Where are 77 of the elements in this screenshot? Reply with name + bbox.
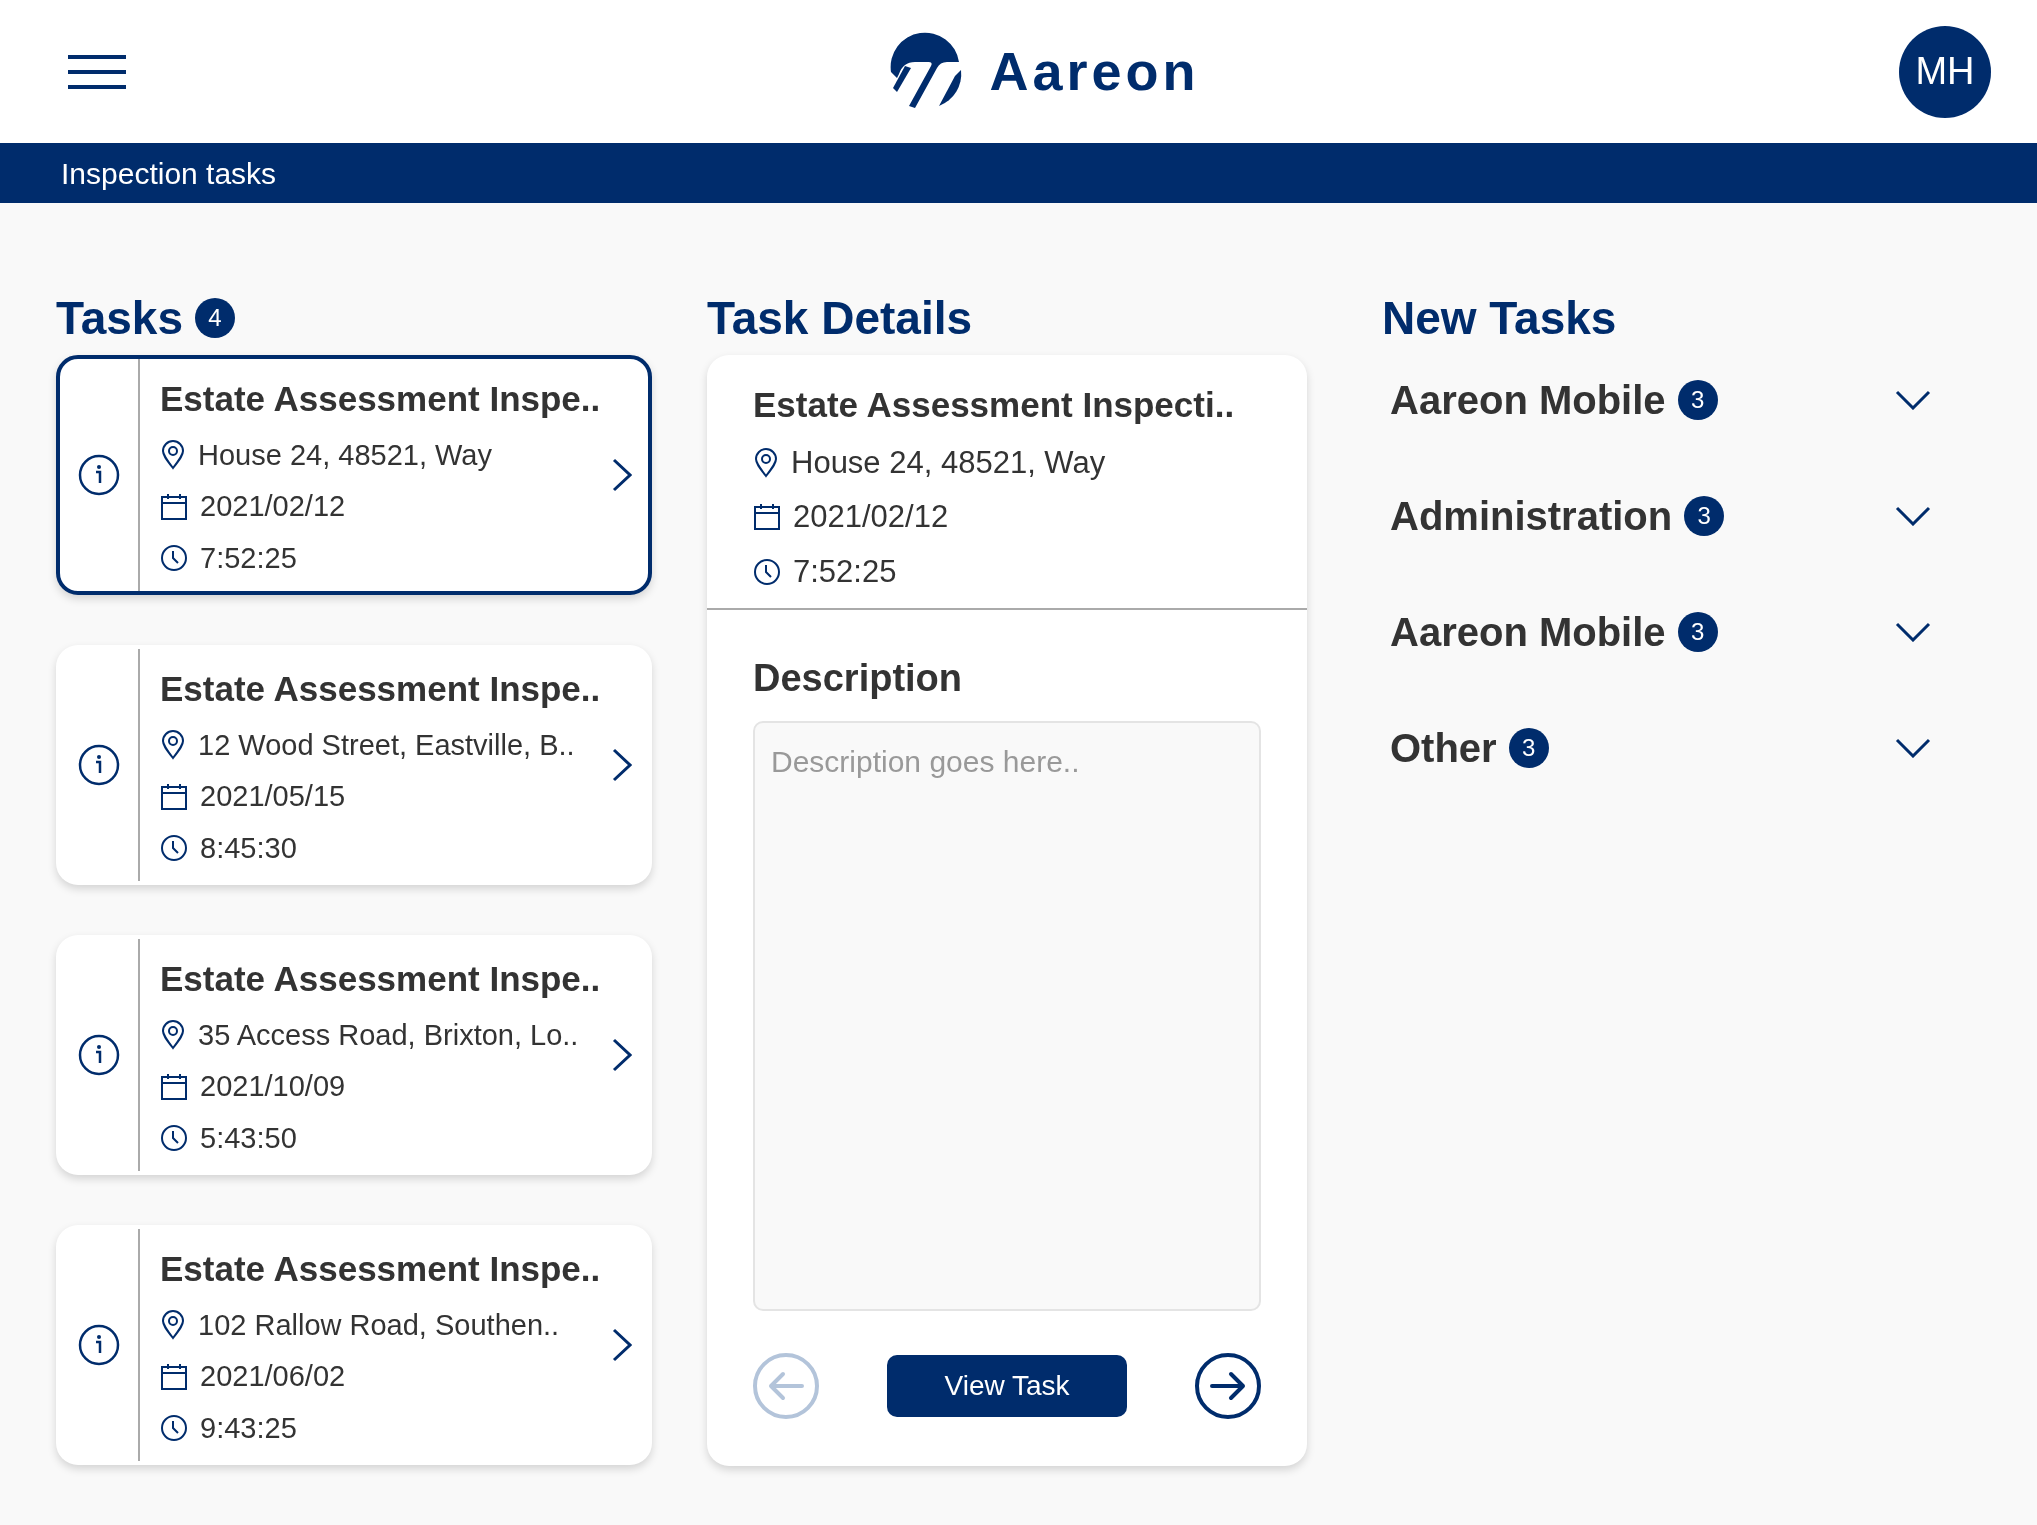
clock-icon xyxy=(160,1124,188,1153)
info-icon[interactable] xyxy=(78,1034,120,1076)
right-arrow-icon xyxy=(1210,1371,1246,1401)
tasks-heading: Tasks xyxy=(56,290,184,346)
time-text: 7:52:25 xyxy=(200,540,297,576)
location-pin-icon xyxy=(753,447,779,478)
location-pin-icon xyxy=(160,440,186,471)
user-avatar[interactable]: MH xyxy=(1899,25,1991,118)
task-details-heading: Task Details xyxy=(707,290,973,346)
chevron-down-icon[interactable] xyxy=(1895,622,1931,642)
left-arrow-icon xyxy=(768,1371,804,1401)
address-text: 35 Access Road, Brixton, Lo.. xyxy=(198,1017,579,1053)
task-card[interactable]: Estate Assessment Inspe.. 35 Access Road, Brixton, Lo.. 2021/10/09 5:43:50 xyxy=(56,935,652,1175)
address-text: 12 Wood Street, Eastville, B.. xyxy=(198,727,575,763)
task-group-header[interactable]: Other 3 xyxy=(1390,723,1981,773)
chevron-down-icon[interactable] xyxy=(1895,738,1931,758)
group-name: Aareon Mobile xyxy=(1390,377,1666,424)
calendar-icon xyxy=(160,1362,188,1391)
time-text: 7:52:25 xyxy=(793,552,897,591)
address-text: House 24, 48521, Way xyxy=(791,443,1106,482)
task-title: Estate Assessment Inspe.. xyxy=(160,1248,602,1290)
calendar-icon xyxy=(160,782,188,811)
task-title: Estate Assessment Inspe.. xyxy=(160,668,602,710)
group-count-badge: 3 xyxy=(1677,380,1718,420)
calendar-icon xyxy=(160,1072,188,1101)
tasks-count-badge: 4 xyxy=(195,298,236,338)
chevron-right-icon[interactable] xyxy=(612,458,632,492)
location-pin-icon xyxy=(160,1020,186,1051)
task-group-header[interactable]: Aareon Mobile 3 xyxy=(1390,375,1981,425)
task-card[interactable]: Estate Assessment Inspe.. House 24, 48521, Way 2021/02/12 7:52:25 xyxy=(56,355,652,595)
task-card[interactable]: Estate Assessment Inspe.. 102 Rallow Road, Southen.. 2021/06/02 9:43:25 xyxy=(56,1225,652,1465)
date-text: 2021/10/09 xyxy=(200,1069,346,1104)
task-group-header[interactable]: Administration 3 xyxy=(1390,491,1981,541)
task-title: Estate Assessment Inspe.. xyxy=(160,378,602,420)
group-name: Other xyxy=(1390,725,1497,772)
chevron-right-icon[interactable] xyxy=(612,1038,632,1072)
task-group-header[interactable]: Aareon Mobile 3 xyxy=(1390,607,1981,657)
info-icon[interactable] xyxy=(78,454,120,496)
view-task-button[interactable]: View Task xyxy=(887,1355,1127,1417)
calendar-icon xyxy=(160,492,188,521)
menu-icon[interactable] xyxy=(68,54,126,89)
location-pin-icon xyxy=(160,1310,186,1341)
forward-arrow-button[interactable] xyxy=(1195,1353,1261,1419)
info-icon[interactable] xyxy=(78,1324,120,1366)
logo-text: Aareon xyxy=(989,40,1200,103)
group-count-badge: 3 xyxy=(1684,496,1725,536)
group-name: Administration xyxy=(1390,493,1673,540)
date-text: 2021/02/12 xyxy=(793,498,949,536)
clock-icon xyxy=(753,557,781,586)
chevron-down-icon[interactable] xyxy=(1895,390,1931,410)
description-field[interactable]: Description goes here.. xyxy=(753,721,1261,1311)
calendar-icon xyxy=(753,503,781,532)
task-title: Estate Assessment Inspe.. xyxy=(160,958,602,1000)
date-text: 2021/02/12 xyxy=(200,489,346,524)
address-text: 102 Rallow Road, Southen.. xyxy=(198,1307,560,1343)
page-title: Inspection tasks xyxy=(61,155,277,192)
date-text: 2021/06/02 xyxy=(200,1359,346,1394)
chevron-down-icon[interactable] xyxy=(1895,506,1931,526)
info-icon[interactable] xyxy=(78,744,120,786)
chevron-right-icon[interactable] xyxy=(612,1328,632,1362)
time-text: 8:45:30 xyxy=(200,830,297,866)
clock-icon xyxy=(160,834,188,863)
time-text: 5:43:50 xyxy=(200,1120,297,1156)
new-tasks-heading: New Tasks xyxy=(1382,290,1617,346)
time-text: 9:43:25 xyxy=(200,1410,297,1446)
task-card[interactable]: Estate Assessment Inspe.. 12 Wood Street, Eastville, B.. 2021/05/15 8:45:30 xyxy=(56,645,652,885)
group-count-badge: 3 xyxy=(1508,728,1549,768)
location-pin-icon xyxy=(160,730,186,761)
chevron-right-icon[interactable] xyxy=(612,748,632,782)
date-text: 2021/05/15 xyxy=(200,779,346,814)
group-name: Aareon Mobile xyxy=(1390,609,1666,656)
description-label: Description xyxy=(753,656,964,701)
clock-icon xyxy=(160,1414,188,1443)
clock-icon xyxy=(160,544,188,573)
group-count-badge: 3 xyxy=(1677,612,1718,652)
address-text: House 24, 48521, Way xyxy=(198,437,492,473)
details-title: Estate Assessment Inspecti.. xyxy=(753,384,1236,426)
